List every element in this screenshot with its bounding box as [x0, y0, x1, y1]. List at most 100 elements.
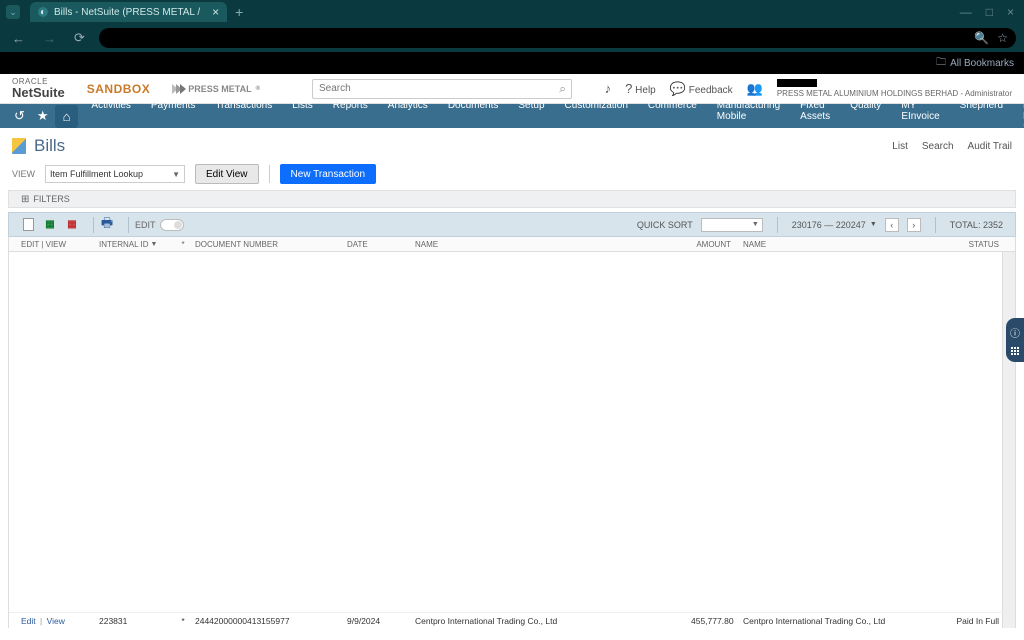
history-icon[interactable]: ↺: [8, 108, 31, 124]
cell-name-2: Centpro International Trading Co., Ltd: [731, 616, 949, 626]
nav-item-reports[interactable]: Reports: [324, 100, 377, 133]
page-prev-button[interactable]: ‹: [885, 218, 899, 232]
export-pdf-icon[interactable]: ▦: [65, 218, 79, 232]
view-label: VIEW: [12, 169, 35, 179]
edit-toggle[interactable]: [160, 219, 184, 231]
edit-toggle-label: EDIT: [135, 220, 156, 230]
cell-date: 9/9/2024: [347, 616, 415, 626]
tab-dropdown-icon[interactable]: ⌄: [6, 5, 20, 19]
filters-bar[interactable]: ⊞ FILTERS: [8, 190, 1016, 208]
col-star[interactable]: *: [171, 240, 195, 249]
nav-item-payments[interactable]: Payments: [142, 100, 204, 133]
row-view-link[interactable]: View: [47, 616, 65, 626]
view-select[interactable]: Item Fulfillment Lookup ▼: [45, 165, 185, 183]
col-name-2[interactable]: NAME: [731, 240, 949, 249]
nav-item-shepherd[interactable]: Shepherd: [951, 100, 1012, 133]
new-transaction-button[interactable]: New Transaction: [280, 164, 376, 184]
col-status[interactable]: STATUS: [949, 240, 1003, 249]
nav-item-quality[interactable]: Quality: [841, 100, 890, 133]
cell-internal-id: 223831: [99, 616, 171, 626]
nav-item-setup[interactable]: Setup: [509, 100, 553, 133]
page-icon: [12, 138, 26, 154]
nav-item-activities[interactable]: Activities: [82, 100, 139, 133]
nav-item-pm-field-service[interactable]: PM Field Service: [1014, 100, 1024, 133]
export-doc-icon[interactable]: [21, 218, 35, 232]
folder-icon: 🗀: [936, 55, 946, 72]
browser-tab-strip: ⌄ ◐ Bills - NetSuite (PRESS METAL / × + …: [0, 0, 1024, 24]
list-toolbar: ▦ ▦ 🖶 EDIT QUICK SORT ▼ 230176 — 220247 …: [8, 212, 1016, 236]
bookmark-star-icon[interactable]: ☆: [997, 31, 1008, 45]
col-name[interactable]: NAME: [415, 240, 691, 249]
quick-sort-select[interactable]: ▼: [701, 218, 763, 232]
headset-icon[interactable]: ♪: [605, 81, 612, 96]
chevron-down-icon: ▼: [172, 170, 180, 179]
home-icon[interactable]: ⌂: [55, 105, 79, 128]
search-link[interactable]: Search: [922, 141, 954, 152]
page-range[interactable]: 230176 — 220247 ▼: [792, 220, 877, 230]
nav-item-transactions[interactable]: Transactions: [206, 100, 281, 133]
favorites-icon[interactable]: ★: [31, 108, 55, 124]
global-search[interactable]: ⌕: [312, 79, 572, 99]
main-nav: ↺ ★ ⌂ ActivitiesPaymentsTransactionsList…: [0, 104, 1024, 128]
vertical-scrollbar[interactable]: [1002, 252, 1016, 628]
cell-status: Paid In Full: [949, 616, 1003, 626]
search-engine-icon[interactable]: 🔍: [974, 31, 989, 45]
url-input[interactable]: 🔍 ☆: [99, 28, 1016, 48]
edit-view-button[interactable]: Edit View: [195, 164, 259, 184]
col-date[interactable]: DATE: [347, 240, 415, 249]
cell-star: *: [171, 616, 195, 626]
nav-reload-icon[interactable]: ⟳: [70, 30, 89, 46]
col-edit-view[interactable]: EDIT | VIEW: [21, 240, 99, 249]
nav-item-my-einvoice[interactable]: MY EInvoice: [892, 100, 948, 133]
cell-name: Centpro International Trading Co., Ltd: [415, 616, 691, 626]
filters-label: FILTERS: [33, 194, 69, 204]
nav-item-documents[interactable]: Documents: [439, 100, 508, 133]
search-icon[interactable]: ⌕: [559, 81, 566, 96]
nav-item-fixed-assets[interactable]: Fixed Assets: [791, 100, 839, 133]
new-tab-icon[interactable]: +: [235, 4, 243, 20]
tab-close-icon[interactable]: ×: [212, 5, 219, 19]
table-row[interactable]: Edit | View 223831 * 2444200000041315597…: [9, 612, 1015, 628]
window-maximize-icon[interactable]: □: [986, 5, 993, 19]
row-edit-link[interactable]: Edit: [21, 616, 36, 626]
nav-item-manufacturing-mobile[interactable]: Manufacturing Mobile: [708, 100, 789, 133]
browser-tab[interactable]: ◐ Bills - NetSuite (PRESS METAL / ×: [30, 2, 227, 22]
global-search-input[interactable]: [312, 79, 572, 99]
all-bookmarks-button[interactable]: 🗀 All Bookmarks: [936, 55, 1014, 72]
oracle-netsuite-logo: ORACLE NetSuite: [12, 78, 65, 99]
sandbox-badge: SANDBOX: [87, 82, 151, 96]
account-info[interactable]: PRESS METAL ALUMINIUM HOLDINGS BERHAD - …: [777, 79, 1012, 99]
nav-item-commerce[interactable]: Commerce: [639, 100, 706, 133]
all-bookmarks-label: All Bookmarks: [950, 58, 1014, 69]
view-controls: VIEW Item Fulfillment Lookup ▼ Edit View…: [0, 164, 1024, 190]
print-icon[interactable]: 🖶: [100, 218, 114, 232]
cell-amount: 455,777.80: [691, 616, 731, 626]
window-minimize-icon[interactable]: —: [960, 5, 972, 19]
table-header-row: EDIT | VIEW INTERNAL ID▼ * DOCUMENT NUMB…: [8, 236, 1016, 252]
help-link[interactable]: ? Help: [625, 81, 656, 96]
side-help-widget[interactable]: ⓘ: [1006, 318, 1024, 362]
roles-icon[interactable]: 👥: [747, 81, 763, 97]
window-close-icon[interactable]: ×: [1007, 5, 1014, 19]
nav-item-analytics[interactable]: Analytics: [379, 100, 437, 133]
feedback-link[interactable]: 💬 Feedback: [670, 81, 733, 97]
cell-document-number: 24442000000413155977: [195, 616, 347, 626]
nav-forward-icon[interactable]: →: [39, 31, 60, 46]
list-link[interactable]: List: [892, 141, 908, 152]
bookmarks-bar: 🗀 All Bookmarks: [0, 52, 1024, 74]
page-header: Bills List Search Audit Trail: [0, 128, 1024, 164]
nav-item-lists[interactable]: Lists: [283, 100, 322, 133]
nav-item-customization[interactable]: Customization: [556, 100, 637, 133]
col-amount[interactable]: AMOUNT: [691, 240, 731, 249]
col-internal-id[interactable]: INTERNAL ID▼: [99, 240, 171, 249]
quick-sort-label: QUICK SORT: [637, 220, 693, 230]
page-title: Bills: [34, 136, 65, 156]
export-csv-icon[interactable]: ▦: [43, 218, 57, 232]
page-next-button[interactable]: ›: [907, 218, 921, 232]
col-document-number[interactable]: DOCUMENT NUMBER: [195, 240, 347, 249]
info-icon: ⓘ: [1010, 325, 1020, 340]
audit-trail-link[interactable]: Audit Trail: [968, 141, 1012, 152]
keypad-icon: [1011, 347, 1019, 355]
table-body: Edit | View 223831 * 2444200000041315597…: [8, 252, 1016, 628]
nav-back-icon[interactable]: ←: [8, 31, 29, 46]
